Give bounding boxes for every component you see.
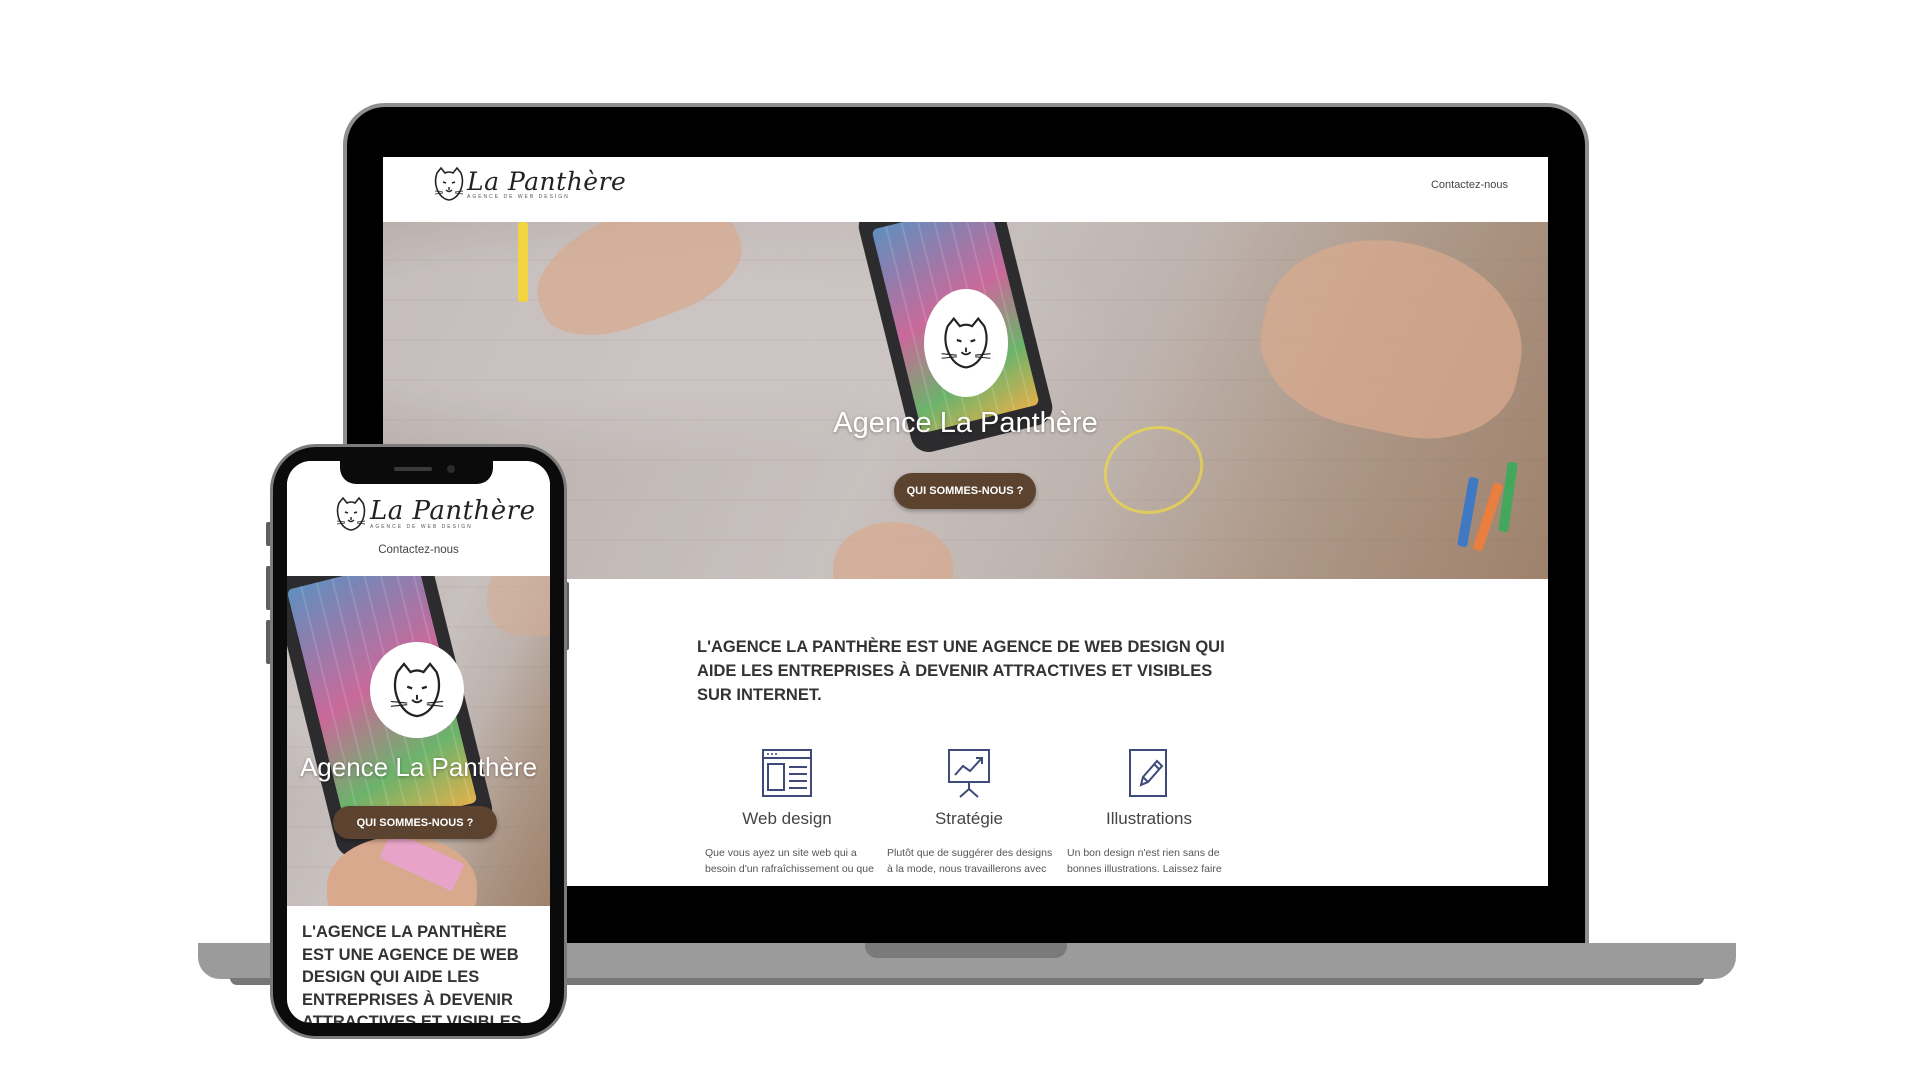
phone-camera (447, 465, 455, 473)
service-card-illustrations[interactable]: Illustrations Un bon design n'est rien s… (1059, 747, 1239, 877)
service-title: Illustrations (1106, 809, 1192, 828)
phone-speaker (394, 467, 432, 471)
intro-heading: L'AGENCE LA PANTHÈRE EST UNE AGENCE DE W… (697, 638, 1225, 704)
mobile-about-us-button[interactable]: QUI SOMMES-NOUS ? (333, 806, 497, 839)
service-description: Que vous ayez un site web qui a besoin d… (705, 847, 874, 875)
panther-head-icon (941, 316, 991, 369)
mobile-hero-banner: Agence La Panthère QUI SOMMES-NOUS ? (287, 576, 550, 906)
mobile-intro-heading: L'AGENCE LA PANTHÈRE EST UNE AGENCE DE W… (302, 923, 522, 1023)
hero-photo-hand (833, 522, 953, 579)
mobile-contact-link[interactable]: Contactez-nous (287, 544, 550, 556)
mobile-site-logo[interactable]: La Panthère AGENCE DE WEB DESIGN (332, 495, 536, 533)
hero-photo-hand (520, 222, 756, 355)
site-logo[interactable]: La Panthère AGENCE DE WEB DESIGN (431, 165, 626, 203)
service-description: Un bon design n'est rien sans de bonnes … (1067, 847, 1222, 875)
service-title: Web design (742, 809, 832, 828)
service-description: Plutôt que de suggérer des designs à la … (887, 847, 1053, 875)
hero-logo-badge (370, 642, 464, 738)
brand-name: La Panthère (370, 496, 536, 526)
hero-logo-badge (924, 289, 1008, 397)
laptop-opening-notch (865, 943, 1067, 958)
hero-photo-marker (1472, 482, 1504, 552)
service-card-web-design[interactable]: Web design Que vous ayez un site web qui… (697, 747, 877, 877)
site-header: La Panthère AGENCE DE WEB DESIGN Contact… (383, 157, 1548, 222)
panther-logo-icon (336, 496, 366, 531)
brand-name: La Panthère (467, 166, 627, 196)
service-card-strategy[interactable]: Stratégie Plutôt que de suggérer des des… (879, 747, 1059, 877)
panther-logo-icon (434, 166, 464, 201)
brand-tagline: AGENCE DE WEB DESIGN (370, 524, 473, 530)
phone-notch (340, 458, 493, 484)
mobile-hero-title: Agence La Panthère (299, 752, 538, 782)
about-us-button[interactable]: QUI SOMMES-NOUS ? (894, 473, 1036, 509)
brand-tagline: AGENCE DE WEB DESIGN (467, 193, 570, 200)
hero-title: Agence La Panthère (833, 407, 1098, 439)
phone-screen: La Panthère AGENCE DE WEB DESIGN Contact… (287, 461, 550, 1023)
panther-head-icon (390, 662, 444, 718)
services-section: Web design Que vous ayez un site web qui… (697, 747, 1222, 886)
web-design-icon (762, 749, 812, 797)
hero-photo-marker (1498, 461, 1518, 533)
illustration-icon (1129, 749, 1167, 797)
hero-photo-pencil (518, 222, 528, 302)
contact-link[interactable]: Contactez-nous (1431, 179, 1508, 191)
hero-photo-hand (487, 576, 550, 636)
strategy-icon (948, 749, 990, 798)
service-title: Stratégie (934, 809, 1004, 828)
